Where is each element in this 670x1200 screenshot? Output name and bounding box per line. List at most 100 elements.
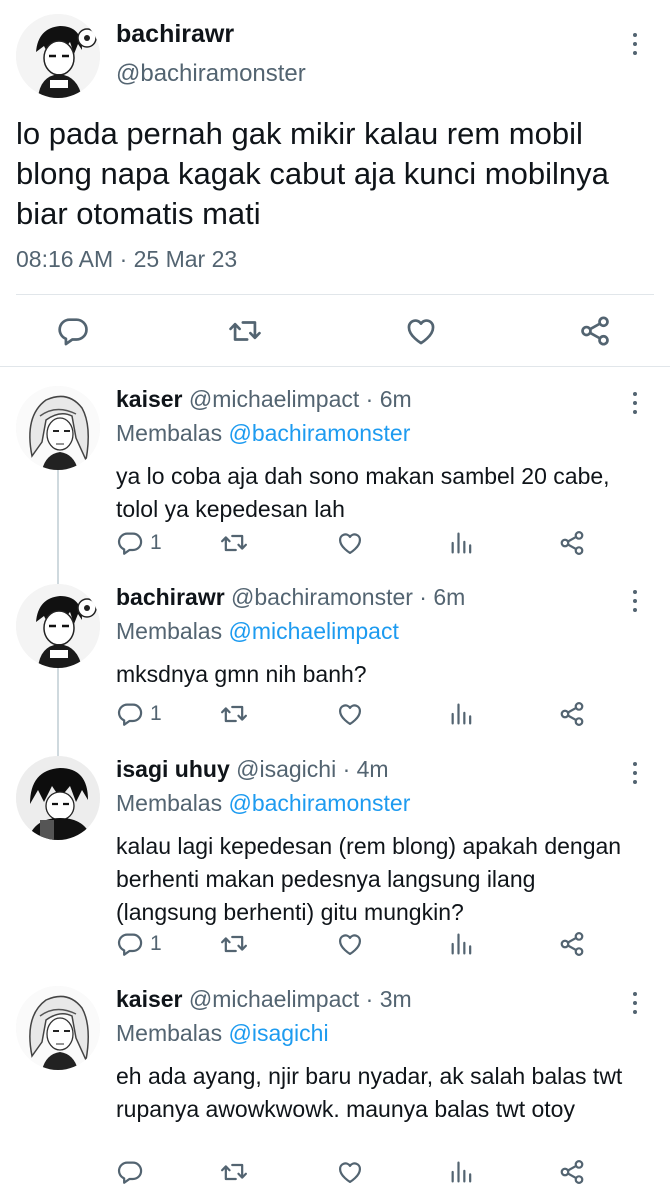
share-icon	[558, 529, 586, 557]
avatar[interactable]	[16, 386, 100, 470]
analytics-icon	[448, 930, 476, 958]
mention-link[interactable]: @michaelimpact	[229, 618, 399, 644]
reply-icon	[116, 529, 144, 557]
tweet-actions	[0, 296, 670, 366]
display-name[interactable]: isagi uhuy	[116, 756, 230, 782]
reply-header: kaiser @michaelimpact · 3m	[116, 986, 412, 1013]
reply-button[interactable]	[116, 1158, 144, 1186]
share-icon	[558, 700, 586, 728]
like-icon	[336, 930, 364, 958]
like-button[interactable]	[336, 930, 364, 958]
analytics-button[interactable]	[448, 1158, 476, 1186]
retweet-icon	[228, 314, 262, 348]
reply-text: eh ada ayang, njir baru nyadar, ak salah…	[116, 1063, 623, 1122]
analytics-button[interactable]	[448, 700, 476, 728]
mention-link[interactable]: @isagichi	[229, 1020, 329, 1046]
share-button[interactable]	[558, 529, 586, 557]
more-icon[interactable]	[630, 590, 640, 612]
reply-icon	[116, 1158, 144, 1186]
analytics-button[interactable]	[448, 529, 476, 557]
analytics-icon	[448, 700, 476, 728]
user-handle[interactable]: @michaelimpact · 6m	[189, 386, 412, 412]
reply-button[interactable]: 1	[116, 529, 162, 557]
replying-to: Membalas @michaelimpact	[116, 618, 399, 645]
like-button[interactable]	[404, 314, 438, 348]
reply-text: ya lo coba aja dah sono makan sambel 20 …	[116, 463, 610, 522]
like-button[interactable]	[336, 529, 364, 557]
share-icon	[558, 1158, 586, 1186]
retweet-button[interactable]	[220, 700, 248, 728]
retweet-icon	[220, 1158, 248, 1186]
like-icon	[404, 314, 438, 348]
more-icon[interactable]	[630, 762, 640, 784]
share-button[interactable]	[558, 1158, 586, 1186]
replying-label: Membalas	[116, 420, 223, 446]
reply-header: kaiser @michaelimpact · 6m	[116, 386, 412, 413]
display-name[interactable]: kaiser	[116, 986, 183, 1012]
more-icon[interactable]	[630, 992, 640, 1014]
avatar[interactable]	[16, 986, 100, 1070]
avatar[interactable]	[16, 756, 100, 840]
reply-icon	[56, 314, 90, 348]
avatar-image	[16, 756, 100, 840]
tweet-timestamp[interactable]: 08:16 AM · 25 Mar 23	[16, 246, 237, 273]
more-icon[interactable]	[630, 392, 640, 414]
avatar[interactable]	[16, 584, 100, 668]
like-button[interactable]	[336, 1158, 364, 1186]
reply-header: bachirawr @bachiramonster · 6m	[116, 584, 465, 611]
replying-label: Membalas	[116, 790, 223, 816]
retweet-icon	[220, 529, 248, 557]
retweet-button[interactable]	[220, 529, 248, 557]
replying-to: Membalas @bachiramonster	[116, 420, 410, 447]
like-icon	[336, 1158, 364, 1186]
divider	[16, 294, 654, 295]
retweet-button[interactable]	[220, 1158, 248, 1186]
avatar-image	[16, 986, 100, 1070]
reply-count: 1	[150, 531, 162, 554]
analytics-icon	[448, 1158, 476, 1186]
reply-count: 1	[150, 932, 162, 955]
replying-to: Membalas @bachiramonster	[116, 790, 410, 817]
reply-button[interactable]	[56, 314, 90, 348]
reply-count: 1	[150, 702, 162, 725]
reply-actions: 1	[116, 529, 636, 559]
reply-actions: 1	[116, 930, 636, 960]
analytics-button[interactable]	[448, 930, 476, 958]
avatar-image	[16, 14, 100, 98]
like-button[interactable]	[336, 700, 364, 728]
reply-button[interactable]: 1	[116, 700, 162, 728]
tweet-text: lo pada pernah gak mikir kalau rem mobil…	[16, 116, 609, 231]
reply-text: mksdnya gmn nih banh?	[116, 661, 367, 687]
display-name[interactable]: kaiser	[116, 386, 183, 412]
user-handle[interactable]: @bachiramonster · 6m	[231, 584, 465, 610]
main-tweet: bachirawr @bachiramonster lo pada pernah…	[0, 0, 670, 365]
reply-actions: 1	[116, 700, 636, 730]
reply-icon	[116, 930, 144, 958]
reply-header: isagi uhuy @isagichi · 4m	[116, 756, 389, 783]
user-handle[interactable]: @isagichi · 4m	[236, 756, 388, 782]
reply-button[interactable]: 1	[116, 930, 162, 958]
like-icon	[336, 529, 364, 557]
user-handle[interactable]: @bachiramonster	[116, 60, 306, 88]
thread-line	[57, 666, 59, 756]
retweet-button[interactable]	[220, 930, 248, 958]
user-handle[interactable]: @michaelimpact · 3m	[189, 986, 412, 1012]
retweet-icon	[220, 700, 248, 728]
more-icon[interactable]	[630, 33, 640, 55]
share-button[interactable]	[558, 930, 586, 958]
retweet-button[interactable]	[228, 314, 262, 348]
reply-actions	[116, 1158, 636, 1188]
share-button[interactable]	[578, 314, 612, 348]
display-name[interactable]: bachirawr	[116, 20, 234, 49]
replying-label: Membalas	[116, 1020, 223, 1046]
display-name[interactable]: bachirawr	[116, 584, 225, 610]
mention-link[interactable]: @bachiramonster	[229, 420, 411, 446]
replying-label: Membalas	[116, 618, 223, 644]
thread-line	[57, 466, 59, 584]
analytics-icon	[448, 529, 476, 557]
avatar-image	[16, 386, 100, 470]
like-icon	[336, 700, 364, 728]
mention-link[interactable]: @bachiramonster	[229, 790, 411, 816]
share-button[interactable]	[558, 700, 586, 728]
avatar[interactable]	[16, 14, 100, 98]
